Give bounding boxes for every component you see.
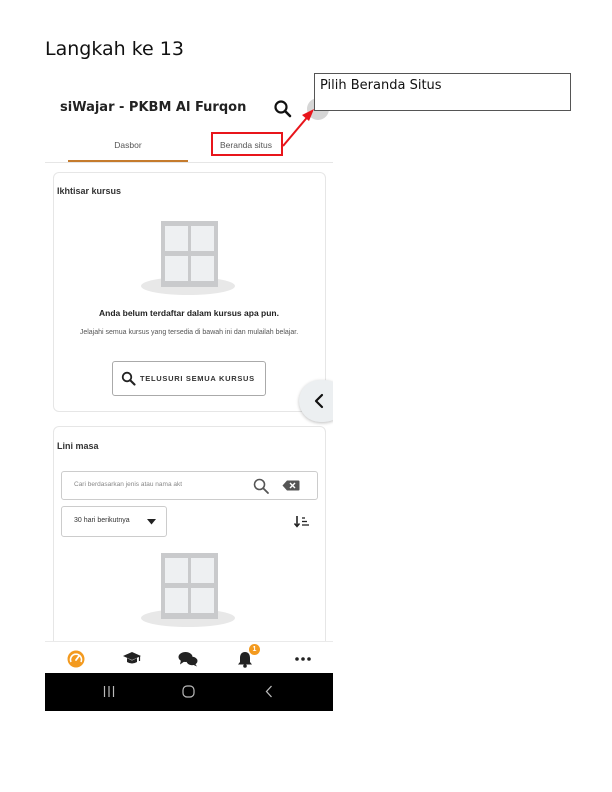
timeline-filter-select[interactable]: 30 hari berikutnya (61, 506, 167, 537)
step-title: Langkah ke 13 (45, 38, 184, 60)
back-icon[interactable] (265, 685, 273, 698)
timeline-filter-value: 30 hari berikutnya (74, 517, 130, 524)
timeline-title: Lini masa (57, 441, 99, 451)
bottom-navigation: 1 (45, 641, 333, 674)
recent-apps-icon[interactable] (103, 686, 115, 697)
messages-icon[interactable] (178, 651, 198, 667)
empty-courses-title: Anda belum terdaftar dalam kursus apa pu… (99, 308, 279, 318)
search-icon[interactable] (252, 477, 270, 495)
caret-down-icon (147, 519, 156, 525)
empty-courses-illustration (133, 218, 243, 298)
chevron-left-icon (314, 393, 324, 409)
graduation-cap-icon[interactable] (122, 651, 142, 666)
app-title: siWajar - PKBM Al Furqon (60, 100, 247, 115)
sort-icon[interactable] (294, 515, 310, 528)
timeline-search-input[interactable]: Cari berdasarkan jenis atau nama akt (61, 471, 318, 500)
empty-courses-subtitle: Jelajahi semua kursus yang tersedia di b… (79, 329, 299, 336)
notification-badge: 1 (249, 644, 260, 655)
drawer-toggle-button[interactable] (299, 380, 333, 422)
home-icon[interactable] (182, 685, 195, 698)
system-navigation-bar (45, 673, 333, 711)
phone-screen: siWajar - PKBM Al Furqon Dasbor Beranda … (45, 88, 333, 711)
clear-input-icon[interactable] (282, 480, 300, 491)
tab-divider (45, 162, 333, 163)
timeline-search-placeholder: Cari berdasarkan jenis atau nama akt (74, 481, 183, 488)
browse-all-courses-button[interactable]: TELUSURI SEMUA KURSUS (112, 361, 266, 396)
tab-dasbor[interactable]: Dasbor (68, 140, 188, 150)
course-overview-title: Ikhtisar kursus (57, 186, 122, 196)
annotation-arrow-icon (282, 109, 314, 147)
browse-all-courses-label: TELUSURI SEMUA KURSUS (140, 374, 255, 383)
empty-timeline-illustration (133, 550, 243, 630)
instruction-callout: Pilih Beranda Situs (314, 73, 571, 111)
more-options-icon[interactable] (295, 657, 311, 661)
search-icon (121, 371, 136, 386)
dashboard-icon[interactable] (67, 650, 85, 668)
highlight-box (211, 132, 283, 156)
callout-text: Pilih Beranda Situs (320, 78, 442, 93)
